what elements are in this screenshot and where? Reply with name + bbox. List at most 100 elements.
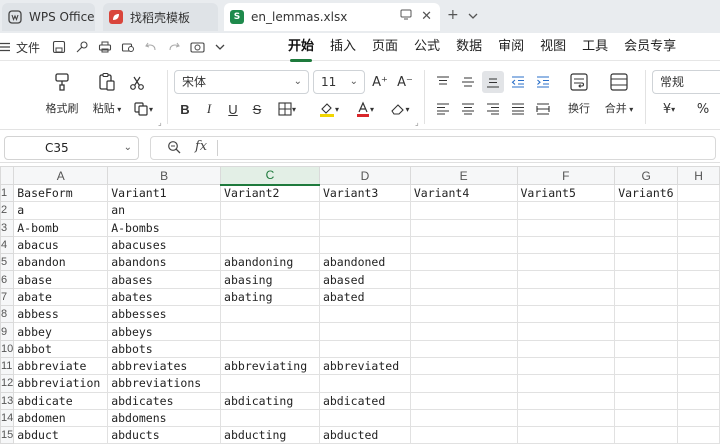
cell-g14[interactable] [614,408,679,428]
cell-g12[interactable] [614,374,679,393]
cell-c9[interactable] [220,322,320,341]
cell-g4[interactable] [614,235,679,255]
row-header[interactable]: 4 [0,235,15,255]
cell-f9[interactable] [516,322,616,341]
quick-access-dropdown-icon[interactable] [211,38,229,56]
cell-f15[interactable] [516,426,616,445]
cell-f4[interactable] [516,235,616,255]
cell-g5[interactable] [614,253,679,272]
cell-d5[interactable]: abandoned [318,253,411,272]
cell-a8[interactable]: abbess [13,305,109,324]
cell-a14[interactable]: abdomen [13,408,109,428]
cell-g3[interactable] [614,218,679,237]
row-header[interactable]: 12 [0,374,15,393]
cell-h6[interactable] [677,270,720,289]
cell-b12[interactable]: abbreviations [107,374,222,393]
align-right-icon[interactable] [482,98,504,120]
bold-button[interactable]: B [174,98,196,120]
cell-g1[interactable]: Variant6 [614,183,679,203]
cell-c10[interactable] [220,339,320,358]
row-header[interactable]: 8 [0,305,15,324]
row-header[interactable]: 9 [0,322,15,341]
cell-a6[interactable]: abase [13,270,109,289]
cell-c8[interactable] [220,305,320,324]
cell-g9[interactable] [614,322,679,341]
align-bottom-icon[interactable] [482,71,504,93]
cell-d3[interactable] [318,218,411,237]
camera-icon[interactable] [188,38,206,56]
cell-c1[interactable]: Variant2 [220,183,320,203]
cell-d8[interactable] [318,305,411,324]
file-menu[interactable]: 文件 [0,39,40,56]
tab-page[interactable]: 页面 [364,37,406,59]
column-header-h[interactable]: H [677,166,720,185]
row-header[interactable]: 6 [0,270,15,289]
cell-e12[interactable] [409,374,518,393]
cell-c3[interactable] [220,218,320,237]
increase-indent-icon[interactable] [532,71,554,93]
redo-icon[interactable] [165,38,183,56]
tab-data[interactable]: 数据 [448,37,490,59]
cell-h15[interactable] [677,426,720,445]
cell-e15[interactable] [409,426,518,445]
strikethrough-button[interactable]: S [246,98,268,120]
cell-g7[interactable] [614,287,679,307]
tab-home[interactable]: 开始 [280,37,322,62]
cell-b13[interactable]: abdicates [107,391,222,410]
column-header-f[interactable]: F [516,166,616,185]
cell-g2[interactable] [614,201,679,220]
cell-b1[interactable]: Variant1 [107,183,222,203]
italic-button[interactable]: I [198,98,220,120]
cell-a12[interactable]: abbreviation [13,374,109,393]
row-header[interactable]: 10 [0,339,15,358]
cell-h8[interactable] [677,305,720,324]
insert-function-icon[interactable]: fx [195,139,207,154]
font-dialog-launcher-icon[interactable]: ⌟ [415,118,419,127]
zoom-icon[interactable] [167,140,181,158]
cell-f11[interactable] [516,356,616,376]
align-center-icon[interactable] [457,98,479,120]
tab-member[interactable]: 会员专享 [616,37,684,59]
row-header[interactable]: 14 [0,408,15,428]
cell-h4[interactable] [677,235,720,255]
cell-d4[interactable] [318,235,411,255]
cell-e13[interactable] [409,391,518,410]
cell-g10[interactable] [614,339,679,358]
tab-insert[interactable]: 插入 [322,37,364,59]
cell-e4[interactable] [409,235,518,255]
print-preview-icon[interactable] [119,38,137,56]
cell-f10[interactable] [516,339,616,358]
cell-g8[interactable] [614,305,679,324]
column-header-g[interactable]: G [614,166,679,185]
cell-e14[interactable] [409,408,518,428]
cell-h3[interactable] [677,218,720,237]
cell-g11[interactable] [614,356,679,376]
cell-h1[interactable] [677,183,720,203]
cell-h12[interactable] [677,374,720,393]
cell-b10[interactable]: abbots [107,339,222,358]
cell-a11[interactable]: abbreviate [13,356,109,376]
cell-f14[interactable] [516,408,616,428]
cell-d12[interactable] [318,374,411,393]
select-all-corner[interactable] [0,166,15,185]
column-header-b[interactable]: B [107,166,222,185]
row-header[interactable]: 5 [0,253,15,272]
cell-b5[interactable]: abandons [107,253,222,272]
cell-c12[interactable] [220,374,320,393]
cell-c14[interactable] [220,408,320,428]
cell-e10[interactable] [409,339,518,358]
row-header[interactable]: 1 [0,183,15,203]
cell-g13[interactable] [614,391,679,410]
font-size-select[interactable]: 11 ⌄ [313,70,365,94]
cell-f7[interactable] [516,287,616,307]
cell-c7[interactable]: abating [220,287,320,307]
borders-button[interactable]: ▾ [272,98,302,120]
align-left-icon[interactable] [432,98,454,120]
row-header[interactable]: 11 [0,356,15,376]
tab-wps-office[interactable]: WPS Office [2,3,95,31]
chevron-down-icon[interactable] [468,10,478,23]
cell-e3[interactable] [409,218,518,237]
cell-f13[interactable] [516,391,616,410]
new-tab-icon[interactable]: + [447,7,459,23]
cell-f6[interactable] [516,270,616,289]
